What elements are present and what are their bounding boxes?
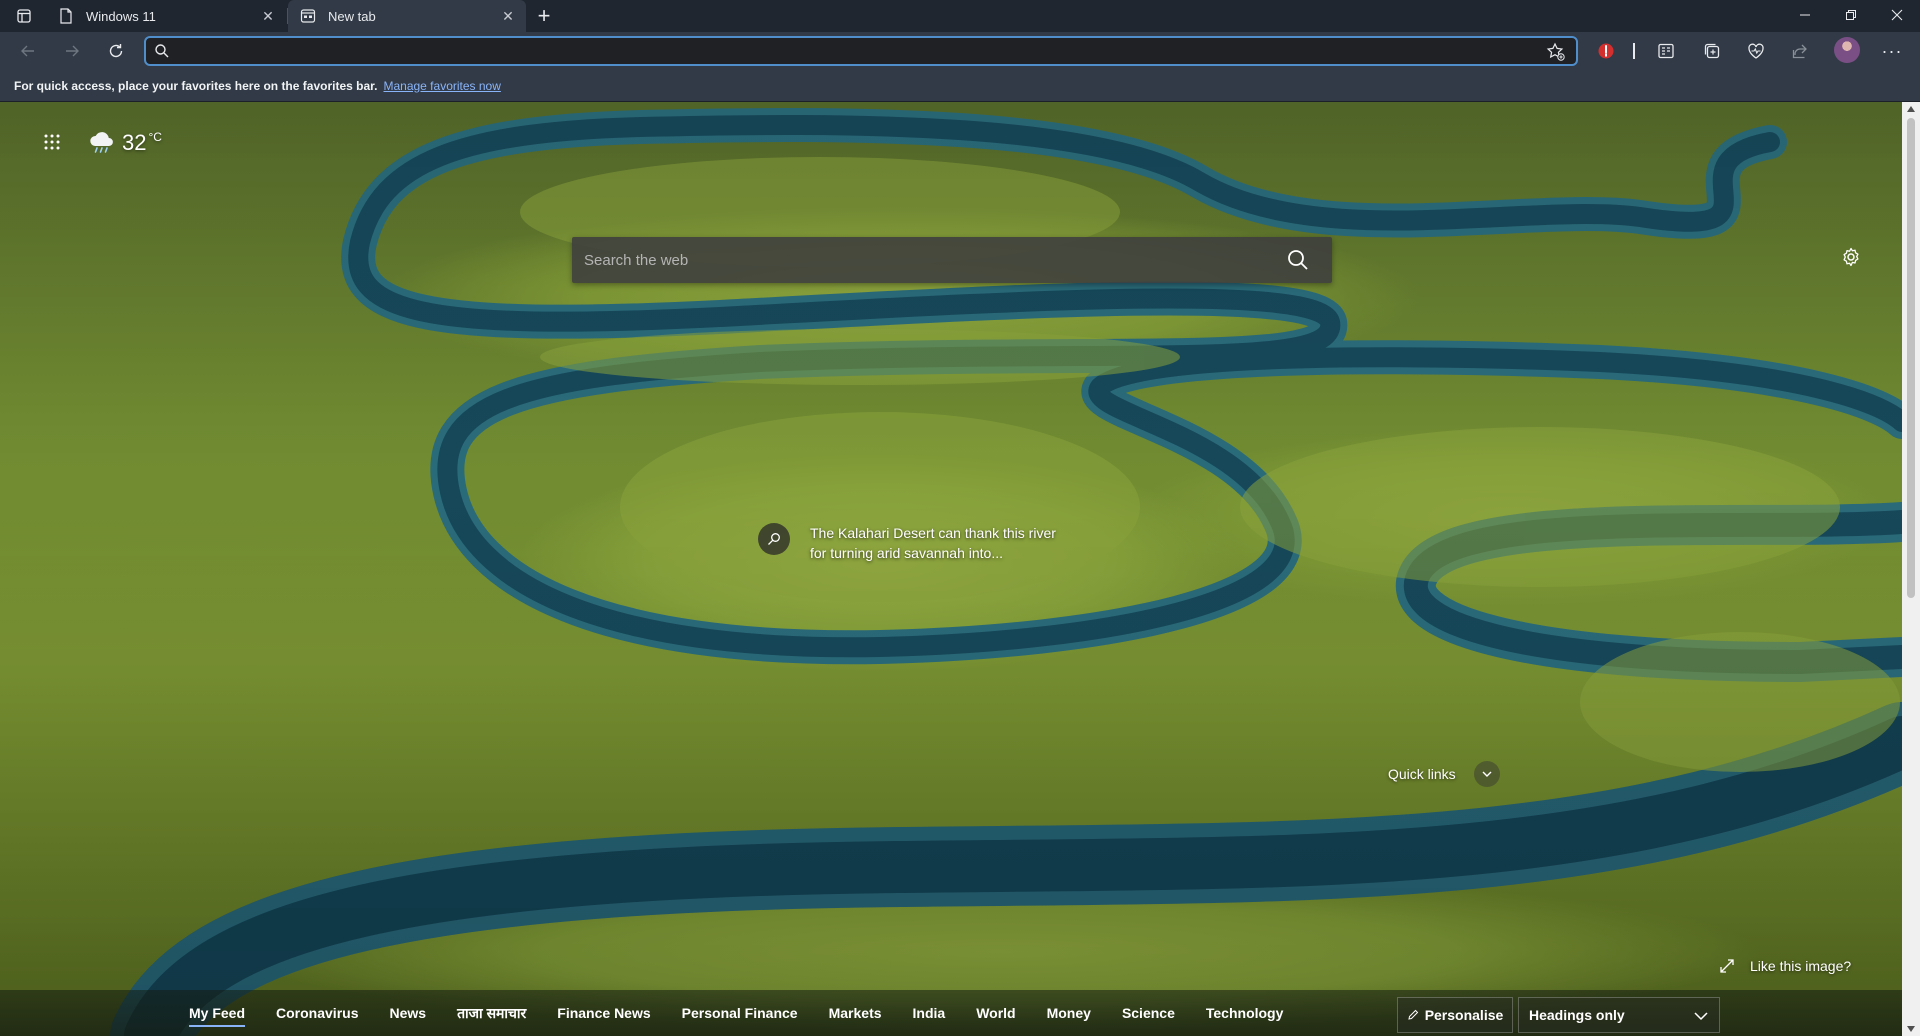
toolbar-divider: [1633, 43, 1635, 59]
expand-icon: [1720, 959, 1734, 973]
feed-tab-3[interactable]: ताजा समाचार: [457, 998, 526, 1029]
weather-widget[interactable]: 32 °C: [88, 128, 162, 158]
feed-tab-2[interactable]: News: [389, 999, 426, 1027]
feed-tab-5[interactable]: Personal Finance: [682, 999, 798, 1027]
scrollbar-thumb[interactable]: [1907, 118, 1915, 598]
close-tab-icon[interactable]: ✕: [496, 4, 520, 28]
back-arrow-icon: [21, 45, 34, 57]
personalise-label: Personalise: [1424, 1007, 1504, 1023]
feed-tab-8[interactable]: World: [976, 999, 1015, 1027]
address-bar[interactable]: [144, 36, 1578, 66]
feed-tab-6[interactable]: Markets: [829, 999, 882, 1027]
chevron-down-icon: [1694, 1012, 1708, 1021]
share-icon: [1792, 44, 1807, 59]
scroll-down-arrow-icon[interactable]: [1906, 1024, 1916, 1034]
share-button[interactable]: [1788, 39, 1812, 63]
favorites-bar-message: For quick access, place your favorites h…: [14, 78, 378, 93]
profile-avatar[interactable]: [1834, 37, 1860, 63]
feed-tab-11[interactable]: Technology: [1206, 999, 1284, 1027]
scroll-up-arrow-icon[interactable]: [1906, 104, 1916, 114]
feed-layout-select[interactable]: Headings only: [1518, 997, 1720, 1033]
like-image-label: Like this image?: [1750, 958, 1852, 974]
immersive-reader-icon: [1658, 43, 1674, 59]
new-tab-button[interactable]: +: [530, 3, 558, 29]
manage-favorites-link[interactable]: Manage favorites now: [383, 79, 500, 93]
pencil-icon: [1408, 1009, 1418, 1020]
tab-actions-icon: [17, 9, 31, 23]
browser-toolbar: ···: [0, 32, 1920, 70]
address-input[interactable]: [180, 41, 1510, 61]
tab-title: New tab: [328, 8, 376, 24]
tab-windows-11[interactable]: Windows 11 ✕: [46, 0, 286, 32]
image-info-card[interactable]: The Kalahari Desert can thank this river…: [758, 523, 1060, 563]
browser-essentials-button[interactable]: [1744, 39, 1768, 63]
cloud-rain-icon: [90, 132, 113, 153]
feed-tab-9[interactable]: Money: [1047, 999, 1091, 1027]
like-image-button[interactable]: Like this image?: [1718, 957, 1851, 975]
tab-title: Windows 11: [86, 8, 156, 24]
minimize-icon: [1800, 14, 1810, 16]
extension-icon[interactable]: [1594, 39, 1618, 63]
forward-arrow-icon: [66, 45, 79, 57]
quick-links-label: Quick links: [1388, 766, 1456, 782]
tab-actions-button[interactable]: [10, 4, 38, 28]
refresh-icon: [109, 44, 123, 58]
weather-temperature: 32: [122, 130, 147, 155]
app-launcher-button[interactable]: [38, 128, 66, 156]
image-caption[interactable]: The Kalahari Desert can thank this river…: [810, 523, 1060, 563]
restore-button[interactable]: [1828, 0, 1874, 30]
page-icon: [58, 8, 74, 24]
immersive-reader-button[interactable]: [1654, 39, 1678, 63]
minimize-button[interactable]: [1782, 0, 1828, 30]
image-search-icon[interactable]: [758, 523, 790, 555]
search-icon[interactable]: [1286, 248, 1310, 272]
quick-links-toggle[interactable]: Quick links: [1388, 761, 1500, 787]
feed-tab-0[interactable]: My Feed: [189, 999, 246, 1027]
weather-unit: °C: [148, 130, 162, 144]
page-scrollbar[interactable]: [1902, 102, 1920, 1036]
search-icon: [155, 44, 169, 58]
back-button[interactable]: [12, 36, 44, 66]
refresh-button[interactable]: [100, 36, 132, 66]
new-tab-page-icon: [300, 8, 316, 24]
feed-navigation: My Feed Coronavirus News ताजा समाचार Finance…: [189, 990, 1314, 1036]
news-feed-bar: My Feed Coronavirus News ताजा समाचार Finance…: [0, 990, 1902, 1036]
feed-tab-10[interactable]: Science: [1122, 999, 1175, 1027]
grid-dots-icon: [44, 134, 60, 150]
feed-layout-value: Headings only: [1529, 1007, 1625, 1023]
page-settings-button[interactable]: [1838, 244, 1864, 270]
chevron-down-icon[interactable]: [1473, 761, 1500, 787]
close-icon: [1891, 9, 1903, 21]
tab-new-tab[interactable]: New tab ✕: [288, 0, 526, 32]
more-menu-button[interactable]: ···: [1880, 39, 1904, 63]
forward-button[interactable]: [56, 36, 88, 66]
web-search-box[interactable]: [572, 237, 1332, 283]
collections-button[interactable]: [1700, 39, 1724, 63]
close-window-button[interactable]: [1874, 0, 1920, 30]
feed-tab-4[interactable]: Finance News: [557, 999, 650, 1027]
gear-icon: [1843, 247, 1859, 267]
collections-icon: [1704, 43, 1720, 59]
close-tab-icon[interactable]: ✕: [256, 4, 280, 28]
personalise-button[interactable]: Personalise: [1397, 997, 1513, 1033]
title-bar: Windows 11 ✕ New tab ✕ +: [0, 0, 1920, 32]
restore-icon: [1846, 10, 1856, 20]
feed-tab-7[interactable]: India: [913, 999, 946, 1027]
feed-tab-1[interactable]: Coronavirus: [276, 999, 358, 1027]
favorites-bar: For quick access, place your favorites h…: [0, 70, 1920, 102]
add-favorite-icon[interactable]: [1546, 42, 1566, 62]
heart-pulse-icon: [1748, 43, 1764, 59]
web-search-input[interactable]: [584, 250, 1264, 270]
new-tab-page: 32 °C The Kalahari Desert can thank this…: [0, 102, 1902, 1036]
